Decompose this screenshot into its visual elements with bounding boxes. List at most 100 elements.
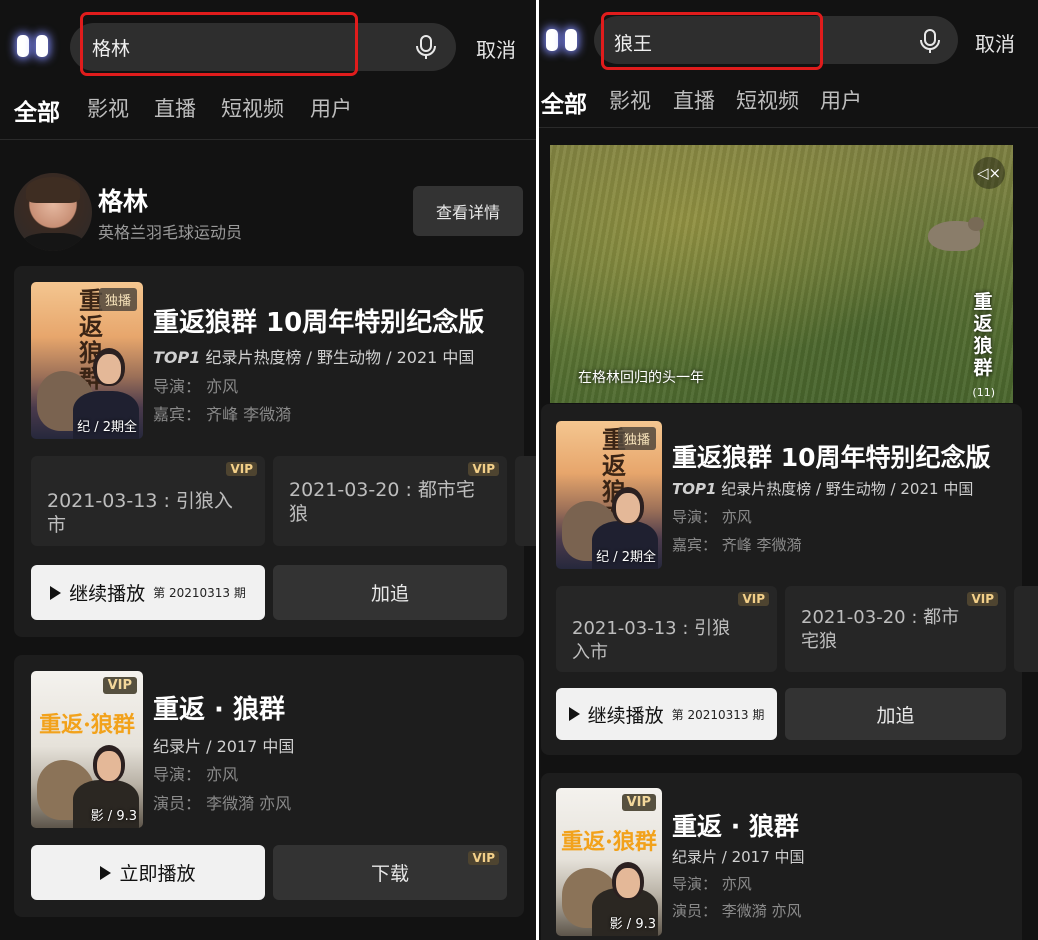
result-title[interactable]: 重返 · 狼群 (153, 689, 285, 726)
continue-play-label: 继续播放 (587, 704, 664, 727)
episode-item[interactable]: VIP 2021-03-13 : 引狼入市 (556, 586, 777, 672)
poster-corner-info: 纪 / 2期全 (596, 550, 656, 565)
tab-all[interactable]: 全部 (541, 85, 587, 119)
episode-item[interactable]: VIP 2021-03-20 : 都市宅狼 (273, 456, 507, 546)
result-director: 导演： 亦风 (672, 508, 752, 526)
category-tabs: 全部 影视 直播 短视频 用户 (0, 93, 536, 126)
tab-live[interactable]: 直播 (673, 85, 715, 115)
tab-film-tv[interactable]: 影视 (609, 85, 651, 115)
result-director: 导演： 亦风 (153, 377, 239, 396)
poster-image[interactable]: 重返·狼群 VIP 影 / 9.3 (31, 671, 143, 828)
microphone-icon[interactable] (414, 34, 438, 60)
follow-button[interactable]: 加追 (785, 688, 1006, 740)
rank-label: TOP1 (153, 348, 201, 367)
result-director: 导演： 亦风 (672, 875, 752, 893)
tabs-divider (539, 127, 1038, 128)
poster-corner-info: 纪 / 2期全 (77, 420, 137, 435)
episode-label: 2021-03-20 : 都市宅狼 (289, 479, 475, 525)
poster-image[interactable]: 重返狼群 独播 纪 / 2期全 (556, 421, 662, 569)
microphone-icon[interactable] (918, 28, 942, 54)
continue-play-label: 继续播放 (69, 583, 146, 605)
follow-button[interactable]: 加追 (273, 565, 507, 620)
continue-play-button[interactable]: 继续播放 第 20210313 期 (31, 565, 265, 620)
video-episode-number: (11) (972, 386, 995, 399)
vip-badge: VIP (738, 592, 769, 606)
exclusive-badge: 独播 (98, 288, 137, 311)
result-card: 重返·狼群 VIP 影 / 9.3 重返 · 狼群 纪录片 / 2017 中国 … (541, 773, 1022, 940)
view-details-button[interactable]: 查看详情 (413, 186, 523, 236)
result-cast: 演员： 李微漪 亦风 (672, 902, 802, 920)
episode-item[interactable]: VIP 2021-03-13 : 引狼入市 (31, 456, 265, 546)
result-meta: TOP1 纪录片热度榜 / 野生动物 / 2021 中国 (153, 344, 474, 368)
result-card: 重返·狼群 VIP 影 / 9.3 重返 · 狼群 纪录片 / 2017 中国 … (14, 655, 524, 917)
play-icon (50, 585, 62, 600)
tab-short-video[interactable]: 短视频 (221, 93, 284, 123)
vip-badge: VIP (102, 677, 137, 694)
vip-badge: VIP (226, 462, 257, 476)
person-name: 格林 (98, 187, 149, 216)
vip-badge: VIP (468, 462, 499, 476)
result-meta: 纪录片 / 2017 中国 (672, 848, 805, 866)
download-label: 下载 (370, 863, 409, 885)
play-icon (568, 707, 580, 721)
video-subtitle: 在格林回归的头一年 (578, 370, 704, 386)
result-director: 导演： 亦风 (153, 765, 239, 784)
video-watermark-logo: 重返狼群 (973, 291, 993, 379)
continue-play-button[interactable]: 继续播放 第 20210313 期 (556, 688, 777, 740)
exclusive-badge: 独播 (617, 427, 656, 450)
poster-image[interactable]: 重返狼群 独播 纪 / 2期全 (31, 282, 143, 439)
tab-all[interactable]: 全部 (14, 93, 60, 127)
episode-item-partial[interactable] (1014, 586, 1038, 672)
result-guests: 嘉宾： 齐峰 李微漪 (153, 405, 292, 424)
result-title[interactable]: 重返 · 狼群 (672, 807, 799, 843)
tab-short-video[interactable]: 短视频 (736, 85, 799, 115)
result-meta: TOP1 纪录片热度榜 / 野生动物 / 2021 中国 (672, 478, 973, 499)
play-icon (100, 865, 112, 880)
poster-image[interactable]: 重返·狼群 VIP 影 / 9.3 (556, 788, 662, 936)
cancel-button[interactable]: 取消 (476, 34, 516, 63)
result-cast: 演员： 李微漪 亦风 (153, 794, 292, 813)
episode-label: 2021-03-20 : 都市宅狼 (801, 607, 960, 652)
result-card: 重返狼群 独播 纪 / 2期全 重返狼群 10周年特别纪念版 TOP1 纪录片热… (541, 404, 1038, 755)
left-screen: 格林 取消 全部 影视 直播 短视频 用户 格林 英格兰羽毛球运动员 查看详情 … (0, 0, 536, 940)
continue-play-episode: 第 20210313 期 (153, 586, 246, 600)
poster-calligraphy: 重返·狼群 (561, 829, 657, 855)
play-now-label: 立即播放 (119, 863, 196, 885)
download-button[interactable]: 下载 VIP (273, 845, 507, 900)
app-logo-icon (541, 25, 583, 55)
result-guests: 嘉宾： 齐峰 李微漪 (672, 536, 802, 554)
person-description: 英格兰羽毛球运动员 (98, 223, 243, 242)
tab-users[interactable]: 用户 (820, 85, 862, 115)
app-logo-icon (12, 31, 54, 61)
play-now-button[interactable]: 立即播放 (31, 845, 265, 900)
poster-corner-info: 影 / 9.3 (90, 809, 137, 824)
video-preview[interactable]: ◁× 在格林回归的头一年 重返狼群 (11) (550, 145, 1013, 403)
vip-badge: VIP (621, 794, 656, 811)
result-meta: 纪录片 / 2017 中国 (153, 737, 295, 756)
result-meta-text: 纪录片热度榜 / 野生动物 / 2021 中国 (200, 348, 475, 367)
rank-label: TOP1 (672, 480, 717, 498)
continue-play-episode: 第 20210313 期 (671, 707, 765, 722)
episode-item[interactable]: VIP 2021-03-20 : 都市宅狼 (785, 586, 1006, 672)
tabs-divider (0, 139, 536, 140)
mute-icon[interactable]: ◁× (973, 157, 1005, 189)
avatar[interactable] (14, 173, 92, 251)
category-tabs: 全部 影视 直播 短视频 用户 (539, 85, 1038, 118)
highlight-box (601, 12, 823, 70)
result-title[interactable]: 重返狼群 10周年特别纪念版 (672, 438, 991, 474)
result-card: 重返狼群 独播 纪 / 2期全 重返狼群 10周年特别纪念版 TOP1 纪录片热… (14, 266, 536, 637)
tab-live[interactable]: 直播 (154, 93, 196, 123)
episode-label: 2021-03-13 : 引狼入市 (572, 618, 731, 663)
episode-label: 2021-03-13 : 引狼入市 (47, 490, 233, 536)
tab-film-tv[interactable]: 影视 (87, 93, 129, 123)
vip-badge: VIP (967, 592, 998, 606)
right-screen: 狼王 取消 全部 影视 直播 短视频 用户 ◁× 在格林回归的头一年 重返狼群 … (539, 0, 1038, 940)
poster-corner-info: 影 / 9.3 (609, 917, 656, 932)
poster-calligraphy: 重返·狼群 (39, 712, 135, 738)
cancel-button[interactable]: 取消 (975, 28, 1015, 57)
highlight-box (80, 12, 358, 76)
episode-item-partial[interactable] (515, 456, 536, 546)
result-title[interactable]: 重返狼群 10周年特别纪念版 (153, 302, 484, 339)
tab-users[interactable]: 用户 (310, 93, 352, 123)
result-meta-text: 纪录片热度榜 / 野生动物 / 2021 中国 (716, 480, 974, 498)
